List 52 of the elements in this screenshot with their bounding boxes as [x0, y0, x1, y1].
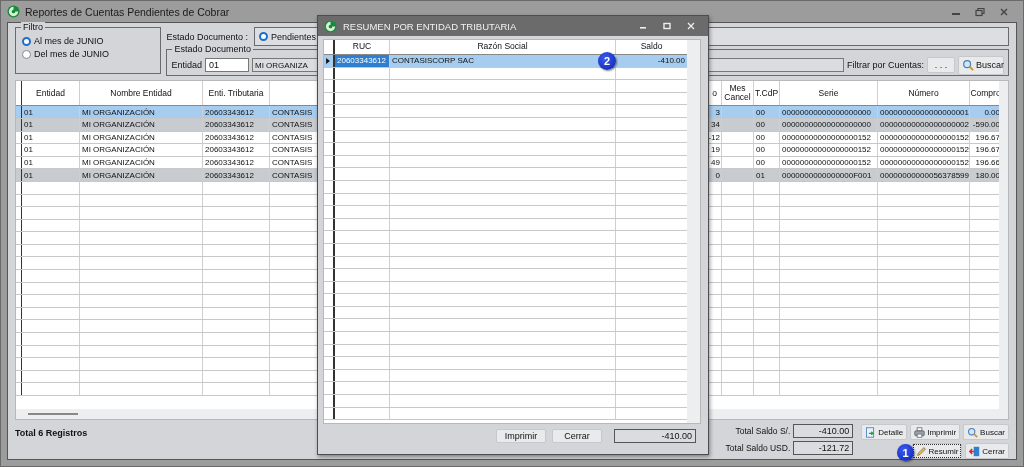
table-cell: 20603343612: [203, 144, 270, 156]
table-cell: 00000000000000000152: [878, 131, 970, 144]
group-title: Filtro: [21, 22, 45, 32]
total-field: -410.00: [793, 424, 854, 438]
field-label: Filtrar por Cuentas:: [846, 60, 924, 70]
table-cell: 00000000000000000152: [780, 156, 878, 169]
table-cell: 01: [22, 144, 80, 156]
record-count: Total 6 Registros: [15, 428, 88, 438]
table-cell: CONTASISCORP SAC: [392, 56, 474, 66]
window-title: Reportes de Cuentas Pendientes de Cobrar: [25, 5, 230, 18]
table-cell: 00000000000000000152: [780, 144, 878, 156]
table-cell: MI ORGANIZACIÓN: [80, 106, 203, 118]
table-cell: MI ORGANIZACIÓN: [80, 169, 203, 181]
field-label: Total Saldo S/.: [735, 426, 791, 436]
table-cell: 01: [22, 118, 80, 131]
table-cell: 00000000000000000152: [878, 144, 970, 156]
table-cell: 01: [22, 131, 80, 144]
table-cell: 20603343612: [203, 106, 270, 118]
total-field: -121.72: [793, 441, 854, 455]
total-field: -410.00: [614, 429, 696, 443]
table-cell: 01: [22, 169, 80, 181]
field-label: Entidad: [171, 60, 202, 70]
table-cell: MI ORGANIZACIÓN: [80, 156, 203, 169]
table-cell: MI ORGANIZACIÓN: [80, 131, 203, 144]
table-cell: 20603343612: [203, 118, 270, 131]
field-label: Estado Documento :: [166, 31, 248, 42]
table-cell: 0000000000000000F001: [780, 169, 878, 181]
table-cell: 20603343612: [203, 169, 270, 181]
table-cell: 00000000000000000001: [878, 106, 970, 118]
table-cell: 20603343612: [203, 156, 270, 169]
table-cell: 20603343612: [335, 55, 390, 67]
table-cell: 00000000000000000000: [780, 106, 878, 118]
table-cell: 00000000000000000152: [780, 131, 878, 144]
table-cell: 00000000000000000152: [878, 156, 970, 169]
table-cell: 00000000000056378599: [878, 169, 970, 181]
table-cell: 00000000000000000000: [780, 118, 878, 131]
table-cell: 01: [22, 106, 80, 118]
table-cell: 00: [754, 144, 780, 156]
table-cell: 20603343612: [203, 131, 270, 144]
table-cell: 00: [754, 118, 780, 131]
dialog-title: RESUMEN POR ENTIDAD TRIBUTARIA: [343, 20, 517, 32]
table-cell: 00000000000000000002: [878, 118, 970, 131]
table-cell: 00: [754, 156, 780, 169]
group-title: Estado Documento: [172, 44, 253, 54]
step-badge: 1: [897, 444, 914, 461]
table-cell: MI ORGANIZACIÓN: [80, 118, 203, 131]
table-cell: 01: [754, 169, 780, 181]
table-cell: MI ORGANIZACIÓN: [80, 144, 203, 156]
table-cell: 00: [754, 131, 780, 144]
field-label: Total Saldo USD.: [725, 443, 791, 453]
table-cell: 01: [22, 156, 80, 169]
table-cell: 00: [754, 106, 780, 118]
